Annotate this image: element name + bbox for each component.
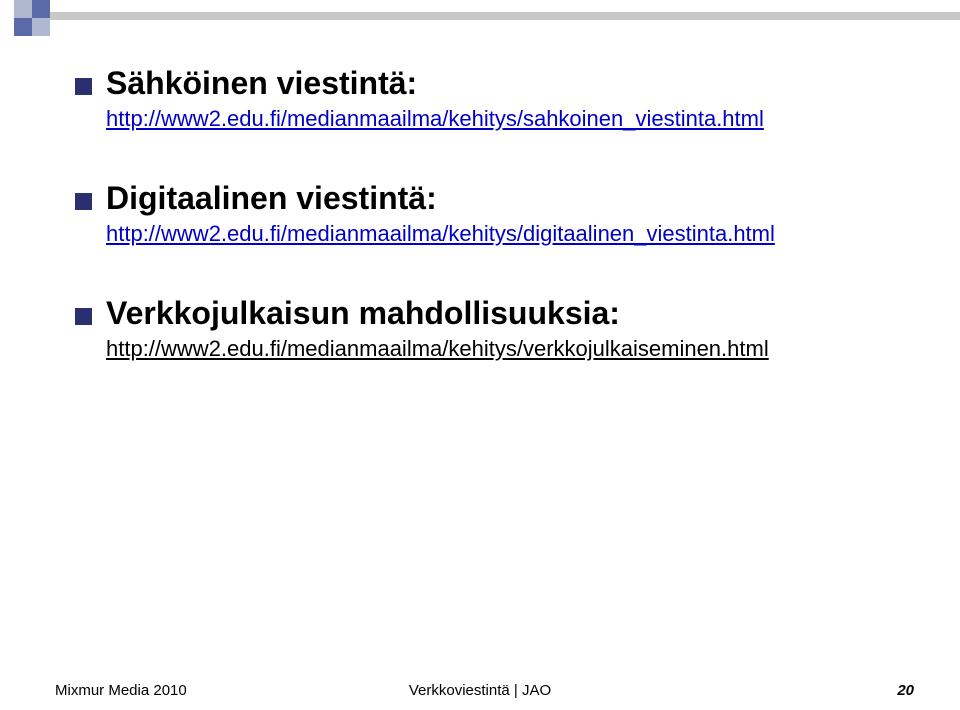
list-item: Verkkojulkaisun mahdollisuuksia: http://…: [75, 295, 900, 362]
footer: Mixmur Media 2010 Verkkoviestintä | JAO …: [0, 670, 960, 710]
link-row: http://www2.edu.fi/medianmaailma/kehitys…: [106, 221, 900, 247]
bullet-icon: [75, 308, 92, 325]
content-area: Sähköinen viestintä: http://www2.edu.fi/…: [75, 65, 900, 410]
list-item: Digitaalinen viestintä: http://www2.edu.…: [75, 180, 900, 247]
decorative-square: [32, 0, 50, 18]
decorative-square: [32, 18, 50, 36]
item-link[interactable]: http://www2.edu.fi/medianmaailma/kehitys…: [106, 106, 764, 131]
bullet-icon: [75, 78, 92, 95]
bullet-icon: [75, 193, 92, 210]
link-row: http://www2.edu.fi/medianmaailma/kehitys…: [106, 336, 900, 362]
heading-row: Sähköinen viestintä:: [75, 65, 900, 102]
slide: Sähköinen viestintä: http://www2.edu.fi/…: [0, 0, 960, 710]
decorative-square: [14, 0, 32, 18]
list-item: Sähköinen viestintä: http://www2.edu.fi/…: [75, 65, 900, 132]
link-row: http://www2.edu.fi/medianmaailma/kehitys…: [106, 106, 900, 132]
heading-row: Verkkojulkaisun mahdollisuuksia:: [75, 295, 900, 332]
item-heading: Digitaalinen viestintä:: [106, 180, 437, 217]
footer-center: Verkkoviestintä | JAO: [0, 682, 960, 699]
heading-row: Digitaalinen viestintä:: [75, 180, 900, 217]
item-link: http://www2.edu.fi/medianmaailma/kehitys…: [106, 336, 769, 361]
decorative-square: [14, 18, 32, 36]
item-heading: Verkkojulkaisun mahdollisuuksia:: [106, 295, 620, 332]
item-heading: Sähköinen viestintä:: [106, 65, 417, 102]
decorative-corner: [0, 0, 96, 54]
decorative-bar: [50, 12, 960, 20]
item-link[interactable]: http://www2.edu.fi/medianmaailma/kehitys…: [106, 221, 775, 246]
